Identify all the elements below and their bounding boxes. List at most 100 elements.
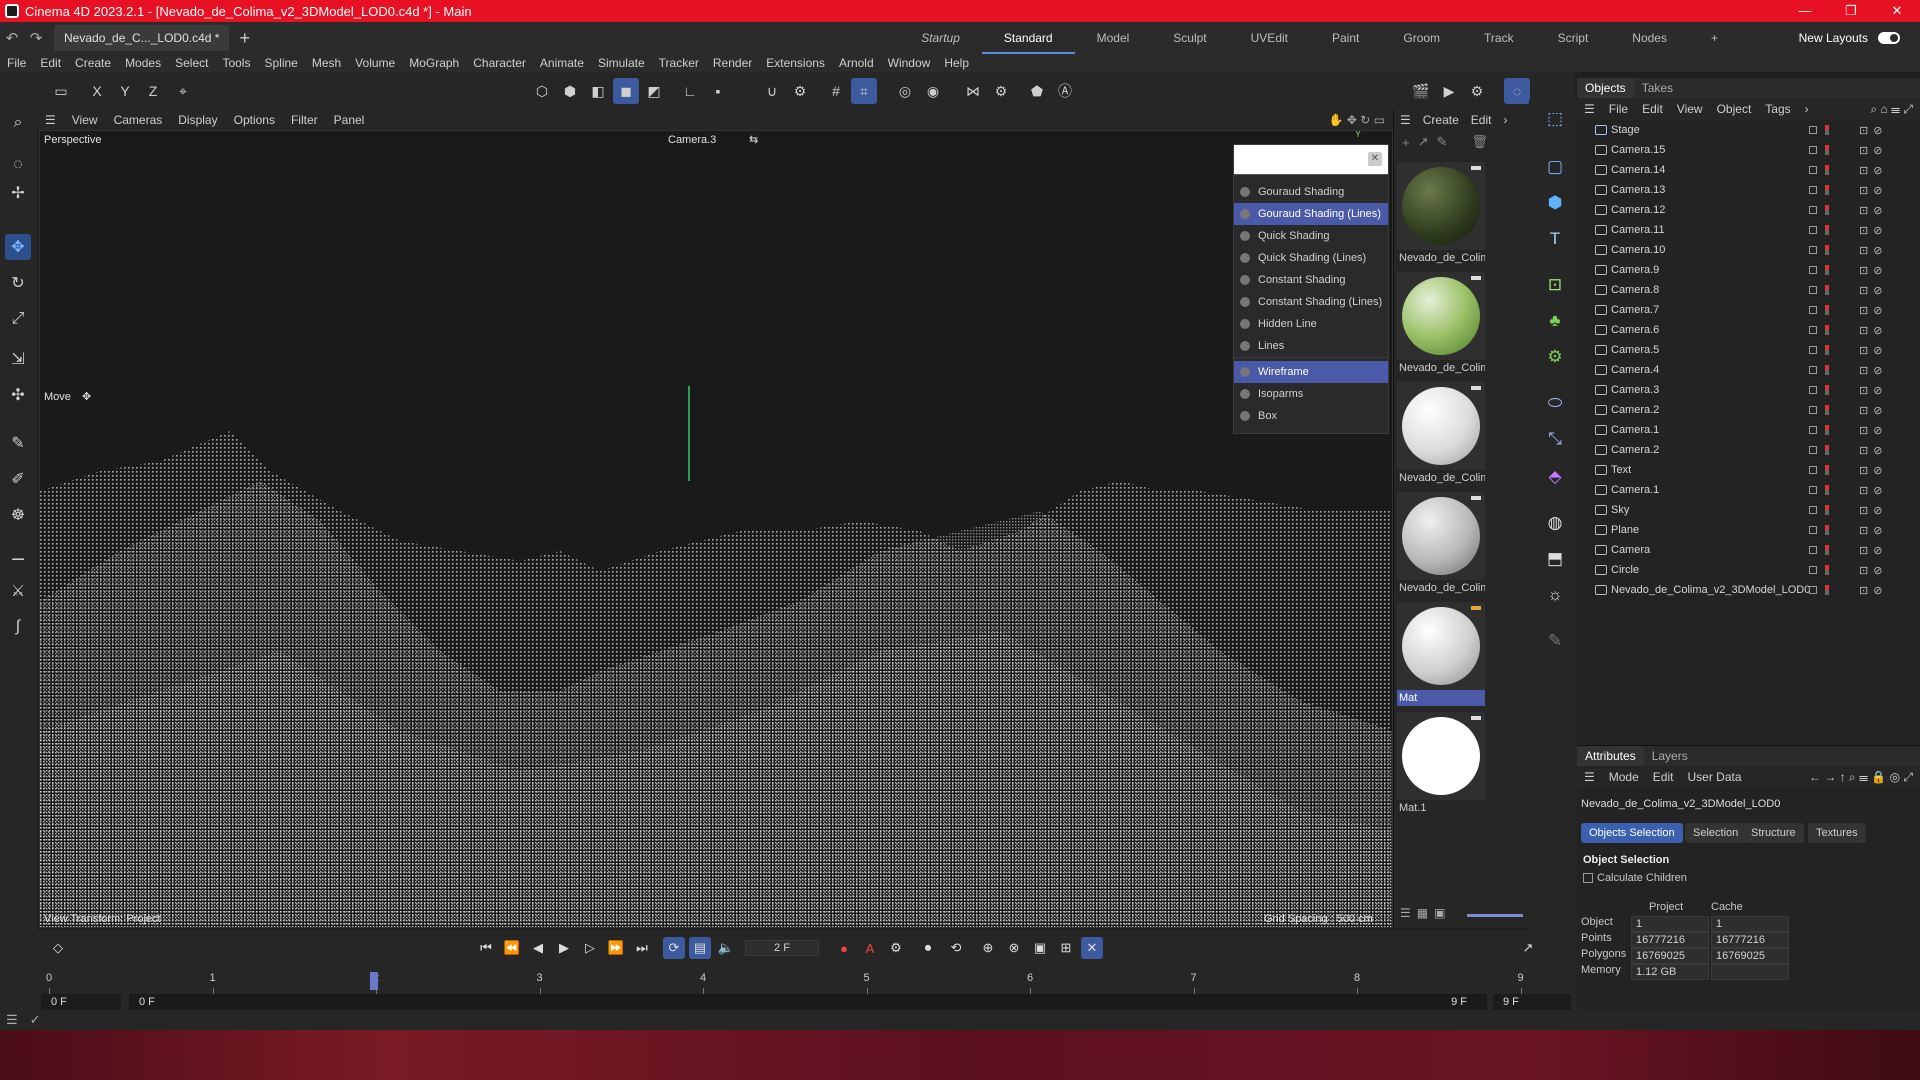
visibility-dots-icon[interactable] xyxy=(1825,325,1829,335)
tag-icon[interactable]: ⊡ xyxy=(1859,484,1868,497)
close-icon[interactable]: ✕ xyxy=(1874,0,1920,22)
layer-checkbox[interactable] xyxy=(1809,526,1817,534)
protection-tag-icon[interactable]: ⊘ xyxy=(1873,264,1882,277)
menu-create[interactable]: Create xyxy=(68,56,118,70)
snap-magnet-icon[interactable]: ∪ xyxy=(759,78,785,104)
shading-constant-lines[interactable]: Constant Shading (Lines) xyxy=(1234,291,1388,313)
object-row[interactable]: Plane ⊡ ⊘ xyxy=(1577,520,1920,540)
knife-tool-icon[interactable]: ⚔ xyxy=(5,578,31,604)
protection-tag-icon[interactable]: ⊘ xyxy=(1873,244,1882,257)
visibility-dots-icon[interactable] xyxy=(1825,445,1829,455)
layout-tab-groom[interactable]: Groom xyxy=(1381,22,1462,54)
layout-tab-standard[interactable]: Standard xyxy=(981,22,1075,54)
shading-wireframe[interactable]: Wireframe xyxy=(1234,361,1388,383)
clear-icon[interactable]: ✕ xyxy=(1368,152,1382,166)
camera-object-icon[interactable]: ⬘ xyxy=(1542,464,1568,490)
protection-tag-icon[interactable]: ⊘ xyxy=(1873,344,1882,357)
key-rotation-icon[interactable]: ⟲ xyxy=(945,937,967,959)
menu-modes[interactable]: Modes xyxy=(118,56,168,70)
scale-tool-icon[interactable]: ⤢ xyxy=(5,306,31,332)
object-row[interactable]: Camera.13 ⊡ ⊘ xyxy=(1577,180,1920,200)
camera-link-icon[interactable]: ⇆ xyxy=(749,133,758,146)
menu-mograph[interactable]: MoGraph xyxy=(402,56,466,70)
menu-arnold[interactable]: Arnold xyxy=(832,56,881,70)
tab-attributes[interactable]: Attributes xyxy=(1577,746,1644,766)
layout-tab-uvedit[interactable]: UVEdit xyxy=(1229,22,1310,54)
tab-objects[interactable]: Objects xyxy=(1577,78,1634,98)
environment-icon[interactable]: ◍ xyxy=(1542,510,1568,536)
play-icon[interactable]: ▶ xyxy=(553,937,575,959)
visibility-dots-icon[interactable] xyxy=(1825,305,1829,315)
frame-range-slider[interactable]: 0 F 9 F xyxy=(129,994,1487,1010)
edit-render-icon[interactable]: ✎ xyxy=(1542,628,1568,654)
object-row[interactable]: Camera.15 ⊡ ⊘ xyxy=(1577,140,1920,160)
attributes-menu-mode[interactable]: Mode xyxy=(1602,770,1646,784)
objects-selection-button[interactable]: Objects Selection xyxy=(1581,823,1683,843)
tag-icon[interactable]: ⊡ xyxy=(1859,524,1868,537)
object-row[interactable]: Stage ⊡ ⊘ xyxy=(1577,120,1920,140)
lock-workplane-icon[interactable]: ⬟ xyxy=(1024,78,1050,104)
render-view-icon[interactable]: 🎬 xyxy=(1408,78,1434,104)
menu-file[interactable]: File xyxy=(0,56,33,70)
shading-isoparms[interactable]: Isoparms xyxy=(1234,383,1388,405)
layout-tab-track[interactable]: Track xyxy=(1462,22,1536,54)
protection-tag-icon[interactable]: ⊘ xyxy=(1873,124,1882,137)
viewport-camera-label[interactable]: Camera.3 xyxy=(668,134,716,146)
new-document-icon[interactable]: + xyxy=(239,28,250,49)
menu-simulate[interactable]: Simulate xyxy=(591,56,652,70)
layout-tab-paint[interactable]: Paint xyxy=(1310,22,1381,54)
list-view-icon[interactable]: ☰ xyxy=(1400,906,1411,920)
loop-icon[interactable]: ⟳ xyxy=(663,937,685,959)
material-size-slider[interactable] xyxy=(1467,914,1523,917)
layer-checkbox[interactable] xyxy=(1809,346,1817,354)
protection-tag-icon[interactable]: ⊘ xyxy=(1873,584,1882,597)
key-motion-icon[interactable]: ⊞ xyxy=(1055,937,1077,959)
viewport-nav-icons[interactable]: ✋ ✥ ↻ ▭ xyxy=(1321,113,1393,127)
visibility-dots-icon[interactable] xyxy=(1825,185,1829,195)
shading-gouraud[interactable]: Gouraud Shading xyxy=(1234,181,1388,203)
protection-tag-icon[interactable]: ⊘ xyxy=(1873,304,1882,317)
protection-tag-icon[interactable]: ⊘ xyxy=(1873,364,1882,377)
status-menu-icon[interactable]: ☰ xyxy=(6,1012,18,1028)
tag-icon[interactable]: ⊡ xyxy=(1859,424,1868,437)
tab-takes[interactable]: Takes xyxy=(1634,81,1681,95)
menu-spline[interactable]: Spline xyxy=(257,56,304,70)
snap-settings-icon[interactable]: ⚙ xyxy=(787,78,813,104)
layout-tab-startup[interactable]: Startup xyxy=(899,22,982,54)
shading-quick-lines[interactable]: Quick Shading (Lines) xyxy=(1234,247,1388,269)
objects-menu-object[interactable]: Object xyxy=(1710,102,1759,116)
layer-checkbox[interactable] xyxy=(1809,146,1817,154)
symmetry-icon[interactable]: ⋈ xyxy=(960,78,986,104)
timeline-ruler[interactable]: 0123456789 xyxy=(46,972,1529,994)
visibility-dots-icon[interactable] xyxy=(1825,425,1829,435)
symmetry-settings-icon[interactable]: ⚙ xyxy=(988,78,1014,104)
visibility-dots-icon[interactable] xyxy=(1825,145,1829,155)
objects-menu-edit[interactable]: Edit xyxy=(1635,102,1670,116)
spline-tool-icon[interactable]: ✐ xyxy=(5,466,31,492)
object-row[interactable]: Nevado_de_Colima_v2_3DModel_LOD0 ⊡ ⊘ xyxy=(1577,580,1920,600)
protection-tag-icon[interactable]: ⊘ xyxy=(1873,224,1882,237)
visibility-dots-icon[interactable] xyxy=(1825,405,1829,415)
object-row[interactable]: Text ⊡ ⊘ xyxy=(1577,460,1920,480)
visibility-dots-icon[interactable] xyxy=(1825,205,1829,215)
object-row[interactable]: Camera.3 ⊡ ⊘ xyxy=(1577,380,1920,400)
viewport-menu-options[interactable]: Options xyxy=(226,113,283,127)
generator-icon[interactable]: ⊡ xyxy=(1542,272,1568,298)
material-item[interactable]: Mat.1 xyxy=(1397,712,1485,816)
tag-icon[interactable]: ⊡ xyxy=(1859,244,1868,257)
hair-tool-icon[interactable]: ∫ xyxy=(5,614,31,640)
objects-menu-view[interactable]: View xyxy=(1670,102,1710,116)
object-row[interactable]: Sky ⊡ ⊘ xyxy=(1577,500,1920,520)
layout-tab-script[interactable]: Script xyxy=(1536,22,1611,54)
material-item[interactable]: Nevado_de_Colim xyxy=(1397,272,1485,376)
layer-checkbox[interactable] xyxy=(1809,266,1817,274)
textures-button[interactable]: Textures xyxy=(1808,823,1866,843)
add-layout-icon[interactable]: + xyxy=(1689,22,1740,54)
protection-tag-icon[interactable]: ⊘ xyxy=(1873,484,1882,497)
viewport-menu-panel[interactable]: Panel xyxy=(326,113,373,127)
shading-box[interactable]: Box xyxy=(1234,405,1388,427)
objects-menu-file[interactable]: File xyxy=(1602,102,1635,116)
visibility-dots-icon[interactable] xyxy=(1825,165,1829,175)
tag-icon[interactable]: ⊡ xyxy=(1859,164,1868,177)
material-item[interactable]: Nevado_de_Colim xyxy=(1397,492,1485,596)
